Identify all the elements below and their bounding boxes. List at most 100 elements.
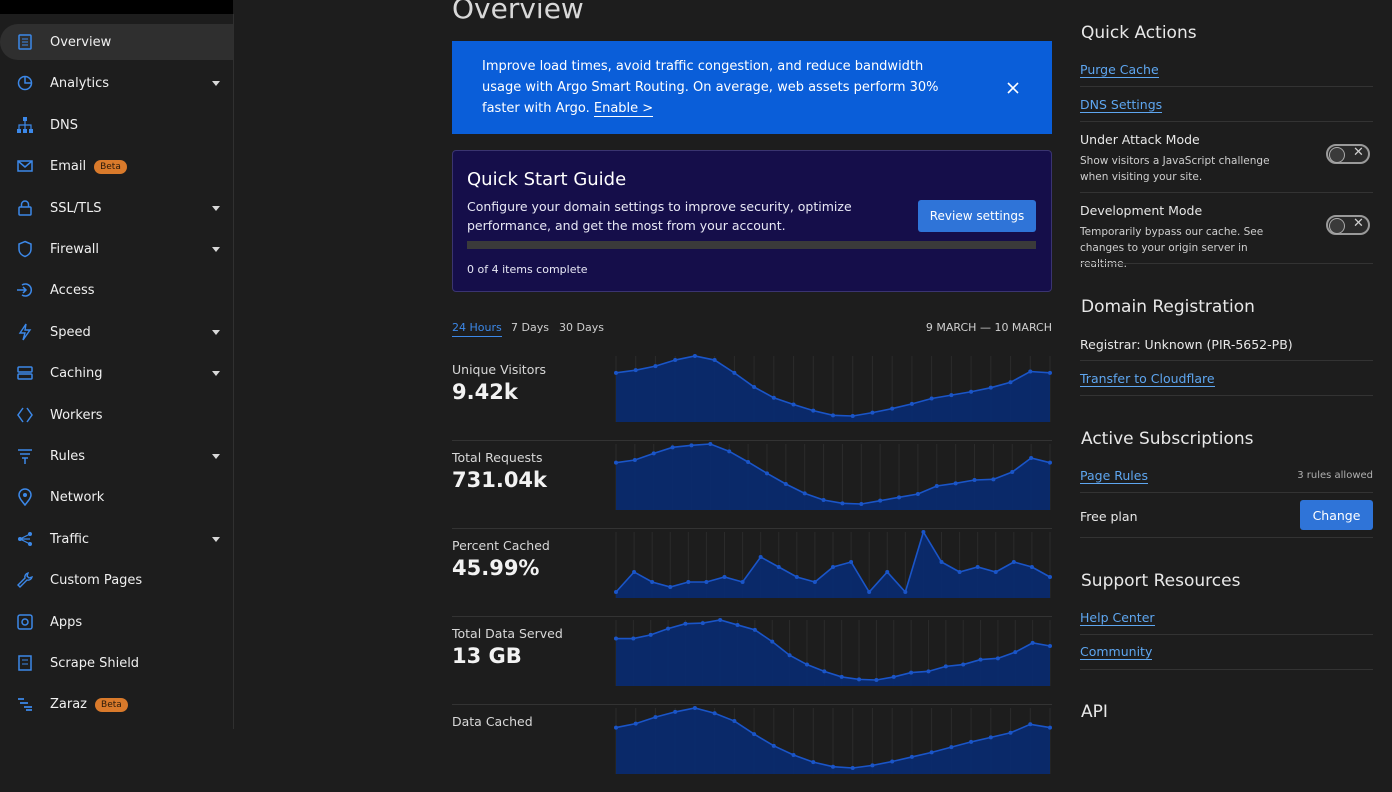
chart-point bbox=[633, 721, 638, 726]
chart-point bbox=[632, 458, 637, 462]
divider bbox=[1080, 192, 1373, 193]
sidebar-item-dns[interactable]: DNS bbox=[0, 107, 233, 143]
chart-point bbox=[712, 711, 717, 716]
sidebar-item-label: Scrape Shield bbox=[50, 655, 140, 671]
domain-registration-title: Domain Registration bbox=[1081, 297, 1255, 317]
metric-value: 731.04k bbox=[452, 468, 548, 492]
chart-point bbox=[969, 389, 974, 394]
shield-icon bbox=[18, 240, 32, 258]
sidebar-item-email[interactable]: Email Beta bbox=[0, 148, 233, 184]
chart-point bbox=[791, 752, 796, 757]
chart-point bbox=[668, 585, 673, 589]
sidebar-item-caching[interactable]: Caching bbox=[0, 355, 233, 391]
under-attack-toggle[interactable]: ✕ bbox=[1326, 144, 1370, 164]
chart-point bbox=[897, 495, 902, 500]
chart-point bbox=[771, 395, 776, 400]
chart-point bbox=[870, 410, 875, 415]
total-data-served-chart bbox=[614, 618, 1052, 686]
tab-30-days[interactable]: 30 Days bbox=[559, 321, 604, 334]
chart-point bbox=[975, 565, 980, 569]
quick-start-progress-text: 0 of 4 items complete bbox=[467, 263, 588, 276]
divider bbox=[1080, 634, 1373, 635]
under-attack-desc: Show visitors a JavaScript challenge whe… bbox=[1080, 155, 1270, 183]
tab-7-days[interactable]: 7 Days bbox=[511, 321, 549, 334]
sidebar: Overview Analytics DNS Email Beta SSL/TLS… bbox=[0, 14, 234, 729]
chart-point bbox=[752, 627, 757, 632]
chart-point bbox=[939, 560, 944, 564]
sidebar-item-label: Access bbox=[50, 282, 95, 298]
chart-point bbox=[909, 754, 914, 759]
chart-point bbox=[722, 575, 727, 579]
top-bar bbox=[0, 0, 233, 14]
chart-point bbox=[991, 477, 996, 482]
sidebar-item-access[interactable]: Access bbox=[0, 272, 233, 308]
tab-24-hours[interactable]: 24 Hours bbox=[452, 321, 502, 337]
close-icon[interactable] bbox=[1004, 79, 1022, 97]
quick-actions-title: Quick Actions bbox=[1081, 23, 1197, 43]
banner-message: Improve load times, avoid traffic conges… bbox=[482, 59, 939, 116]
chevron-down-icon bbox=[212, 205, 220, 211]
chart-point bbox=[961, 662, 966, 667]
sidebar-item-rules[interactable]: Rules bbox=[0, 438, 233, 474]
sidebar-item-traffic[interactable]: Traffic bbox=[0, 521, 233, 557]
help-center-link[interactable]: Help Center bbox=[1080, 610, 1155, 626]
sidebar-item-apps[interactable]: Apps bbox=[0, 604, 233, 640]
chart-point bbox=[614, 590, 618, 594]
chart-point bbox=[870, 763, 875, 768]
sidebar-item-workers[interactable]: Workers bbox=[0, 397, 233, 433]
zaraz-lines-icon bbox=[18, 698, 32, 711]
transfer-to-cloudflare-link[interactable]: Transfer to Cloudflare bbox=[1080, 371, 1215, 387]
quick-start-guide-card: Quick Start Guide Configure your domain … bbox=[452, 150, 1052, 292]
plan-name: Free plan bbox=[1080, 509, 1138, 524]
chart-point bbox=[972, 478, 977, 482]
sidebar-item-zaraz[interactable]: Zaraz Beta bbox=[0, 686, 233, 722]
change-plan-button[interactable]: Change bbox=[1300, 500, 1373, 530]
enable-argo-link[interactable]: Enable > bbox=[593, 101, 654, 117]
divider bbox=[1080, 360, 1373, 361]
chart-point bbox=[890, 406, 895, 411]
chart-point bbox=[859, 502, 864, 506]
sidebar-item-speed[interactable]: Speed bbox=[0, 314, 233, 350]
metric-value: 13 GB bbox=[452, 644, 522, 668]
total-requests-chart bbox=[614, 442, 1052, 510]
network-tree-icon bbox=[17, 117, 33, 133]
chart-point bbox=[1013, 650, 1018, 655]
chart-point bbox=[614, 460, 618, 465]
metric-percent-cached: Percent Cached 45.99% bbox=[452, 528, 1052, 617]
development-mode-toggle[interactable]: ✕ bbox=[1326, 215, 1370, 235]
chart-point bbox=[771, 743, 776, 748]
chart-point bbox=[903, 590, 908, 594]
chart-point bbox=[1030, 640, 1035, 645]
sidebar-item-firewall[interactable]: Firewall bbox=[0, 231, 233, 267]
sidebar-item-ssl-tls[interactable]: SSL/TLS bbox=[0, 190, 233, 226]
chart-point bbox=[670, 445, 675, 450]
purge-cache-link[interactable]: Purge Cache bbox=[1080, 62, 1159, 78]
review-settings-button[interactable]: Review settings bbox=[918, 200, 1036, 232]
lightning-icon bbox=[18, 323, 32, 341]
chart-point bbox=[993, 570, 998, 574]
chart-point bbox=[1048, 370, 1052, 375]
sidebar-item-label: Apps bbox=[50, 614, 83, 630]
app-square-icon bbox=[17, 614, 33, 630]
chart-point bbox=[700, 621, 705, 626]
sidebar-item-overview[interactable]: Overview bbox=[0, 24, 233, 60]
share-nodes-icon bbox=[18, 532, 32, 546]
close-icon: ✕ bbox=[1353, 145, 1364, 160]
page-title: Overview bbox=[452, 0, 584, 25]
metric-total-requests: Total Requests 731.04k bbox=[452, 440, 1052, 529]
dns-settings-link[interactable]: DNS Settings bbox=[1080, 97, 1163, 113]
chart-point bbox=[631, 636, 636, 641]
quick-start-progress-bar bbox=[467, 241, 1036, 249]
sidebar-item-network[interactable]: Network bbox=[0, 479, 233, 515]
page-rules-link[interactable]: Page Rules bbox=[1080, 468, 1148, 484]
metric-label: Total Data Served bbox=[452, 626, 563, 641]
chart-point bbox=[909, 401, 914, 406]
metric-total-data-served: Total Data Served 13 GB bbox=[452, 616, 1052, 705]
chart-point bbox=[949, 745, 954, 750]
lock-icon bbox=[18, 200, 32, 216]
sidebar-item-analytics[interactable]: Analytics bbox=[0, 65, 233, 101]
community-link[interactable]: Community bbox=[1080, 644, 1153, 660]
chart-point bbox=[746, 460, 751, 464]
sidebar-item-scrape-shield[interactable]: Scrape Shield bbox=[0, 645, 233, 681]
sidebar-item-custom-pages[interactable]: Custom Pages bbox=[0, 562, 233, 598]
